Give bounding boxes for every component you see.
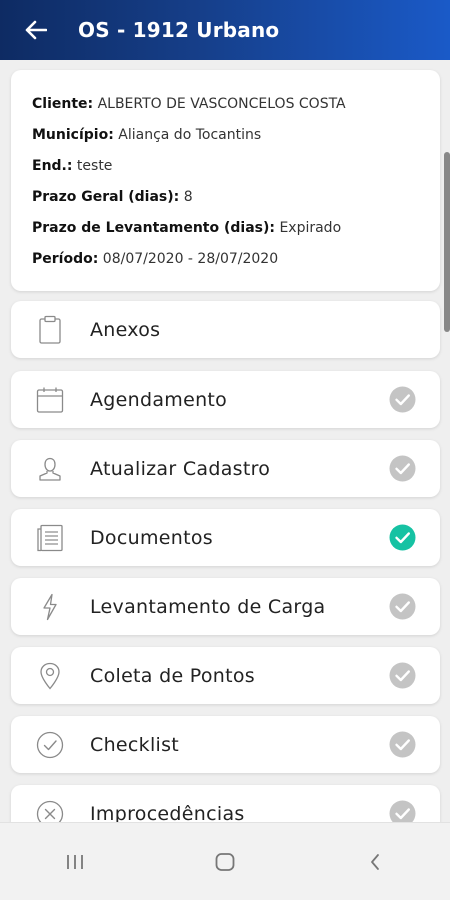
info-value: 8 xyxy=(183,189,193,205)
info-value: teste xyxy=(76,158,113,174)
menu-item-atualizar-cadastro[interactable]: Atualizar Cadastro xyxy=(11,440,440,497)
menu-item-label: Atualizar Cadastro xyxy=(90,457,271,480)
menu-item-label: Coleta de Pontos xyxy=(90,664,256,687)
menu-item-improcedencias[interactable]: Improcedências xyxy=(11,785,440,822)
info-value: 08/07/2020 - 28/07/2020 xyxy=(102,251,279,267)
menu-item-label: Anexos xyxy=(90,318,161,341)
info-value: Aliança do Tocantins xyxy=(118,127,262,143)
check-circle-icon xyxy=(36,731,64,759)
info-label: Município: xyxy=(32,127,114,143)
info-label: Período: xyxy=(32,251,99,267)
user-icon xyxy=(36,455,64,483)
system-navigation-bar xyxy=(0,822,450,900)
app-bar: OS - 1912 Urbano xyxy=(0,0,450,60)
status-check-icon xyxy=(389,386,416,413)
info-label: Prazo Geral (dias): xyxy=(32,189,180,205)
info-label: Cliente: xyxy=(32,96,94,112)
recent-apps-button[interactable] xyxy=(45,842,105,882)
arrow-left-icon xyxy=(25,20,47,40)
map-pin-icon xyxy=(36,662,64,690)
back-chevron-icon xyxy=(371,853,379,870)
x-circle-icon xyxy=(36,800,64,822)
recent-apps-icon xyxy=(67,854,83,869)
info-value: Expirado xyxy=(279,220,342,236)
status-check-icon xyxy=(389,800,416,822)
menu-item-anexos[interactable]: Anexos xyxy=(11,301,440,358)
status-check-icon xyxy=(389,524,416,551)
info-municipio: Município: Aliança do Tocantins xyxy=(32,123,419,154)
info-label: End.: xyxy=(32,158,73,174)
menu-item-documentos[interactable]: Documentos xyxy=(11,509,440,566)
home-icon xyxy=(215,852,235,871)
info-label: Prazo de Levantamento (dias): xyxy=(32,220,275,236)
info-cliente: Cliente: ALBERTO DE VASCONCELOS COSTA xyxy=(32,92,419,123)
home-button[interactable] xyxy=(195,842,255,882)
info-periodo: Período: 08/07/2020 - 28/07/2020 xyxy=(32,247,419,278)
menu-item-label: Improcedências xyxy=(90,802,245,823)
menu-item-label: Documentos xyxy=(90,526,213,549)
menu-item-checklist[interactable]: Checklist xyxy=(11,716,440,773)
status-check-icon xyxy=(389,455,416,482)
content-area[interactable]: Cliente: ALBERTO DE VASCONCELOS COSTA Mu… xyxy=(0,60,450,822)
menu-item-label: Levantamento de Carga xyxy=(90,595,326,618)
document-icon xyxy=(36,524,64,552)
status-check-icon xyxy=(389,593,416,620)
menu-item-agendamento[interactable]: Agendamento xyxy=(11,371,440,428)
back-button[interactable] xyxy=(16,10,56,50)
menu-item-levantamento-de-carga[interactable]: Levantamento de Carga xyxy=(11,578,440,635)
scrollbar[interactable] xyxy=(444,152,450,332)
menu-item-label: Agendamento xyxy=(90,388,228,411)
lightning-icon xyxy=(36,593,64,621)
menu-item-label: Checklist xyxy=(90,733,180,756)
info-prazo-geral: Prazo Geral (dias): 8 xyxy=(32,185,419,216)
system-back-button[interactable] xyxy=(345,842,405,882)
info-value: ALBERTO DE VASCONCELOS COSTA xyxy=(97,96,346,112)
status-check-icon xyxy=(389,731,416,758)
menu-item-coleta-de-pontos[interactable]: Coleta de Pontos xyxy=(11,647,440,704)
calendar-icon xyxy=(36,386,64,414)
info-prazo-levantamento: Prazo de Levantamento (dias): Expirado xyxy=(32,216,419,247)
clipboard-icon xyxy=(36,315,64,344)
order-info-card: Cliente: ALBERTO DE VASCONCELOS COSTA Mu… xyxy=(11,70,440,291)
status-check-icon xyxy=(389,662,416,689)
info-endereco: End.: teste xyxy=(32,154,419,185)
page-title: OS - 1912 Urbano xyxy=(78,18,280,42)
